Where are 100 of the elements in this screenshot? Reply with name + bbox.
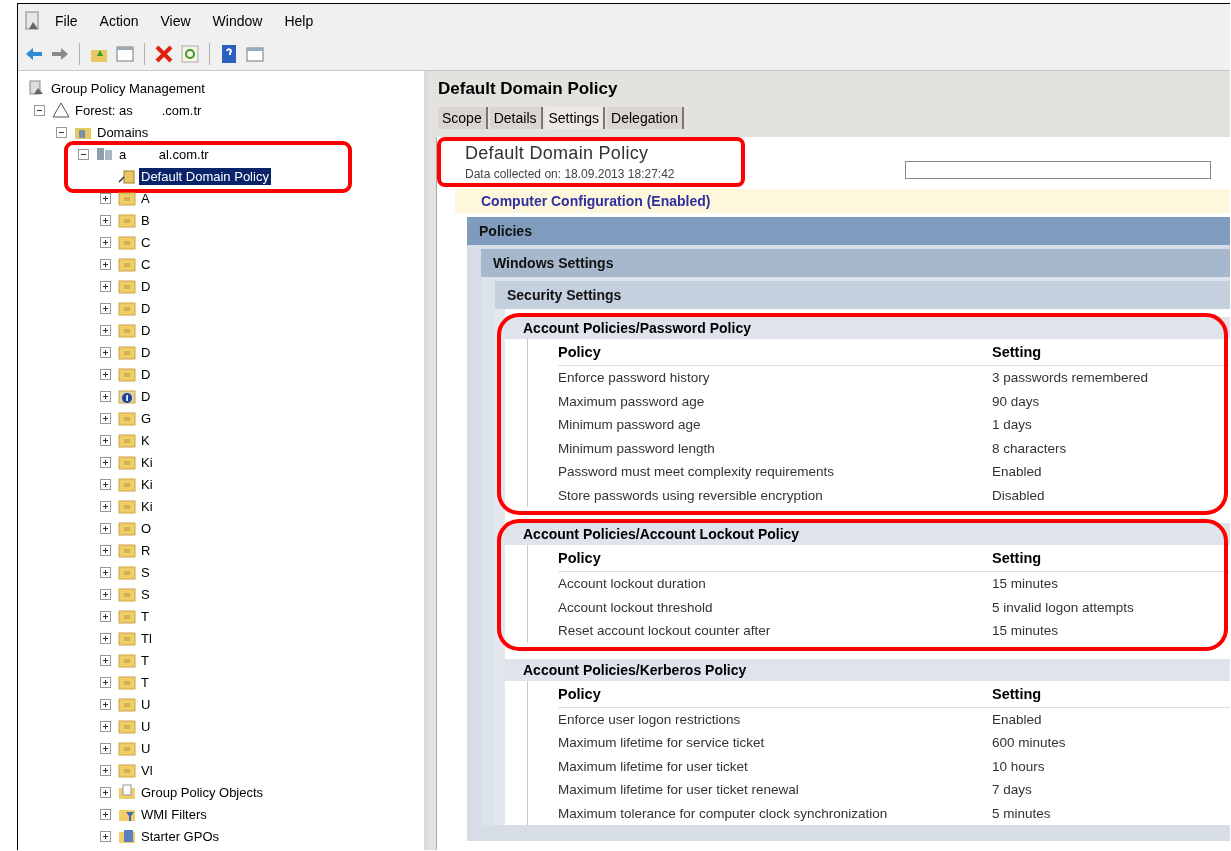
expand-toggle[interactable]: [100, 632, 111, 644]
table-cell-text: Password must meet complexity requirements: [558, 464, 836, 480]
expand-toggle[interactable]: [100, 478, 111, 490]
tree-item[interactable]: U: [139, 717, 153, 735]
expand-toggle[interactable]: [100, 236, 111, 248]
tree-item[interactable]: S: [139, 585, 152, 603]
tree-item[interactable]: D: [139, 277, 153, 295]
expand-toggle[interactable]: [100, 456, 111, 468]
tree-item[interactable]: R: [139, 541, 153, 559]
tree-item[interactable]: T: [139, 651, 151, 669]
collapse-toggle[interactable]: [56, 126, 67, 138]
tree-item[interactable]: Tl: [139, 629, 154, 647]
expand-toggle[interactable]: [100, 192, 111, 204]
input-field[interactable]: [905, 161, 1211, 179]
tree-item[interactable]: WMI Filters: [139, 805, 209, 823]
expand-toggle[interactable]: [100, 786, 111, 798]
tree-item[interactable]: G: [139, 409, 154, 427]
menu-item[interactable]: View: [151, 13, 200, 29]
expand-toggle[interactable]: [100, 214, 111, 226]
tree-item[interactable]: a al.com.tr: [117, 145, 211, 163]
category-bar[interactable]: Policies: [467, 217, 1230, 245]
folder-icon: [118, 432, 136, 448]
expand-toggle[interactable]: [100, 544, 111, 556]
section-header[interactable]: Account Policies/Password Policy: [505, 317, 1230, 339]
tree-item[interactable]: Vl: [139, 761, 155, 779]
expand-toggle[interactable]: [100, 610, 111, 622]
expand-toggle[interactable]: [100, 742, 111, 754]
column-header: Policy: [558, 344, 602, 360]
tree-item[interactable]: Ki: [139, 497, 155, 515]
section-header[interactable]: Account Policies/Kerberos Policy: [505, 658, 1230, 681]
folder-icon: [118, 564, 136, 580]
tree-item[interactable]: B: [139, 211, 152, 229]
section-header[interactable]: Account Policies/Account Lockout Policy: [505, 523, 1230, 545]
collapse-toggle[interactable]: [78, 148, 89, 160]
expand-toggle[interactable]: [100, 346, 111, 358]
panel-title: Default Domain Policy: [437, 78, 619, 100]
tree-item[interactable]: Group Policy Management: [49, 79, 207, 97]
expand-toggle[interactable]: [100, 302, 111, 314]
expand-toggle[interactable]: [100, 324, 111, 336]
tree-item[interactable]: T: [139, 673, 151, 691]
expand-toggle[interactable]: [100, 830, 111, 842]
expand-toggle[interactable]: [100, 522, 111, 534]
help-icon[interactable]: [219, 44, 239, 64]
tree-item[interactable]: S: [139, 563, 152, 581]
expand-toggle[interactable]: [100, 764, 111, 776]
tab[interactable]: Delegation: [607, 107, 685, 129]
tab[interactable]: Scope: [438, 107, 488, 129]
column-header: Policy: [558, 685, 602, 702]
tree-item[interactable]: Group Policy Objects: [139, 783, 266, 801]
tree-item[interactable]: Ki: [139, 475, 155, 493]
tree-item[interactable]: K: [139, 431, 152, 449]
tree-item[interactable]: U: [139, 695, 153, 713]
expand-toggle[interactable]: [100, 808, 111, 820]
tree-item[interactable]: Ki: [139, 453, 155, 471]
tree-item[interactable]: D: [139, 387, 153, 405]
menu-item[interactable]: File: [46, 13, 87, 29]
expand-toggle[interactable]: [100, 720, 111, 732]
tree-item[interactable]: O: [139, 519, 154, 537]
expand-toggle[interactable]: [100, 258, 111, 270]
tab[interactable]: Details: [489, 107, 543, 129]
expand-toggle[interactable]: [100, 368, 111, 380]
tree-item[interactable]: Domains: [95, 123, 151, 141]
tree-item[interactable]: U: [139, 739, 153, 757]
menu-item[interactable]: Action: [90, 13, 148, 29]
tree-item[interactable]: D: [139, 343, 153, 361]
expand-toggle[interactable]: [100, 500, 111, 512]
expand-toggle[interactable]: [100, 412, 111, 424]
tab[interactable]: Settings: [544, 107, 606, 129]
category-bar[interactable]: Windows Settings: [481, 249, 1230, 277]
expand-toggle[interactable]: [100, 698, 111, 710]
tree-item[interactable]: D: [139, 321, 153, 339]
tree-item[interactable]: T: [139, 607, 151, 625]
collapse-toggle[interactable]: [34, 104, 45, 116]
column-header: Policy: [558, 550, 602, 566]
delete-icon[interactable]: [154, 44, 174, 64]
tree-item[interactable]: A: [139, 189, 152, 207]
tree-item[interactable]: Default Domain Policy: [139, 167, 271, 185]
tree-item[interactable]: Starter GPOs: [139, 827, 222, 845]
expand-toggle[interactable]: [100, 588, 111, 600]
menu-item[interactable]: Help: [275, 13, 323, 29]
folder-icon: [118, 322, 136, 338]
expand-toggle[interactable]: [100, 654, 111, 666]
expand-toggle[interactable]: [100, 566, 111, 578]
expand-toggle[interactable]: [100, 390, 111, 402]
tree-item[interactable]: D: [139, 299, 153, 317]
tree-item[interactable]: Forest: as .com.tr: [73, 101, 204, 119]
expand-toggle[interactable]: [100, 280, 111, 292]
menu-item[interactable]: Window: [203, 13, 272, 29]
folder-icon: [118, 520, 136, 536]
folder-icon: [118, 256, 136, 272]
configuration-bar[interactable]: Computer Configuration (Enabled): [455, 189, 1230, 213]
expand-toggle[interactable]: [100, 434, 111, 446]
tree-item[interactable]: D: [139, 365, 153, 383]
refresh-icon[interactable]: [180, 44, 200, 64]
folder-icon: [118, 586, 136, 602]
tree-item[interactable]: C: [139, 233, 153, 251]
folder-icon: [118, 476, 136, 492]
category-bar[interactable]: Security Settings: [495, 281, 1230, 309]
expand-toggle[interactable]: [100, 676, 111, 688]
tree-item[interactable]: C: [139, 255, 153, 273]
